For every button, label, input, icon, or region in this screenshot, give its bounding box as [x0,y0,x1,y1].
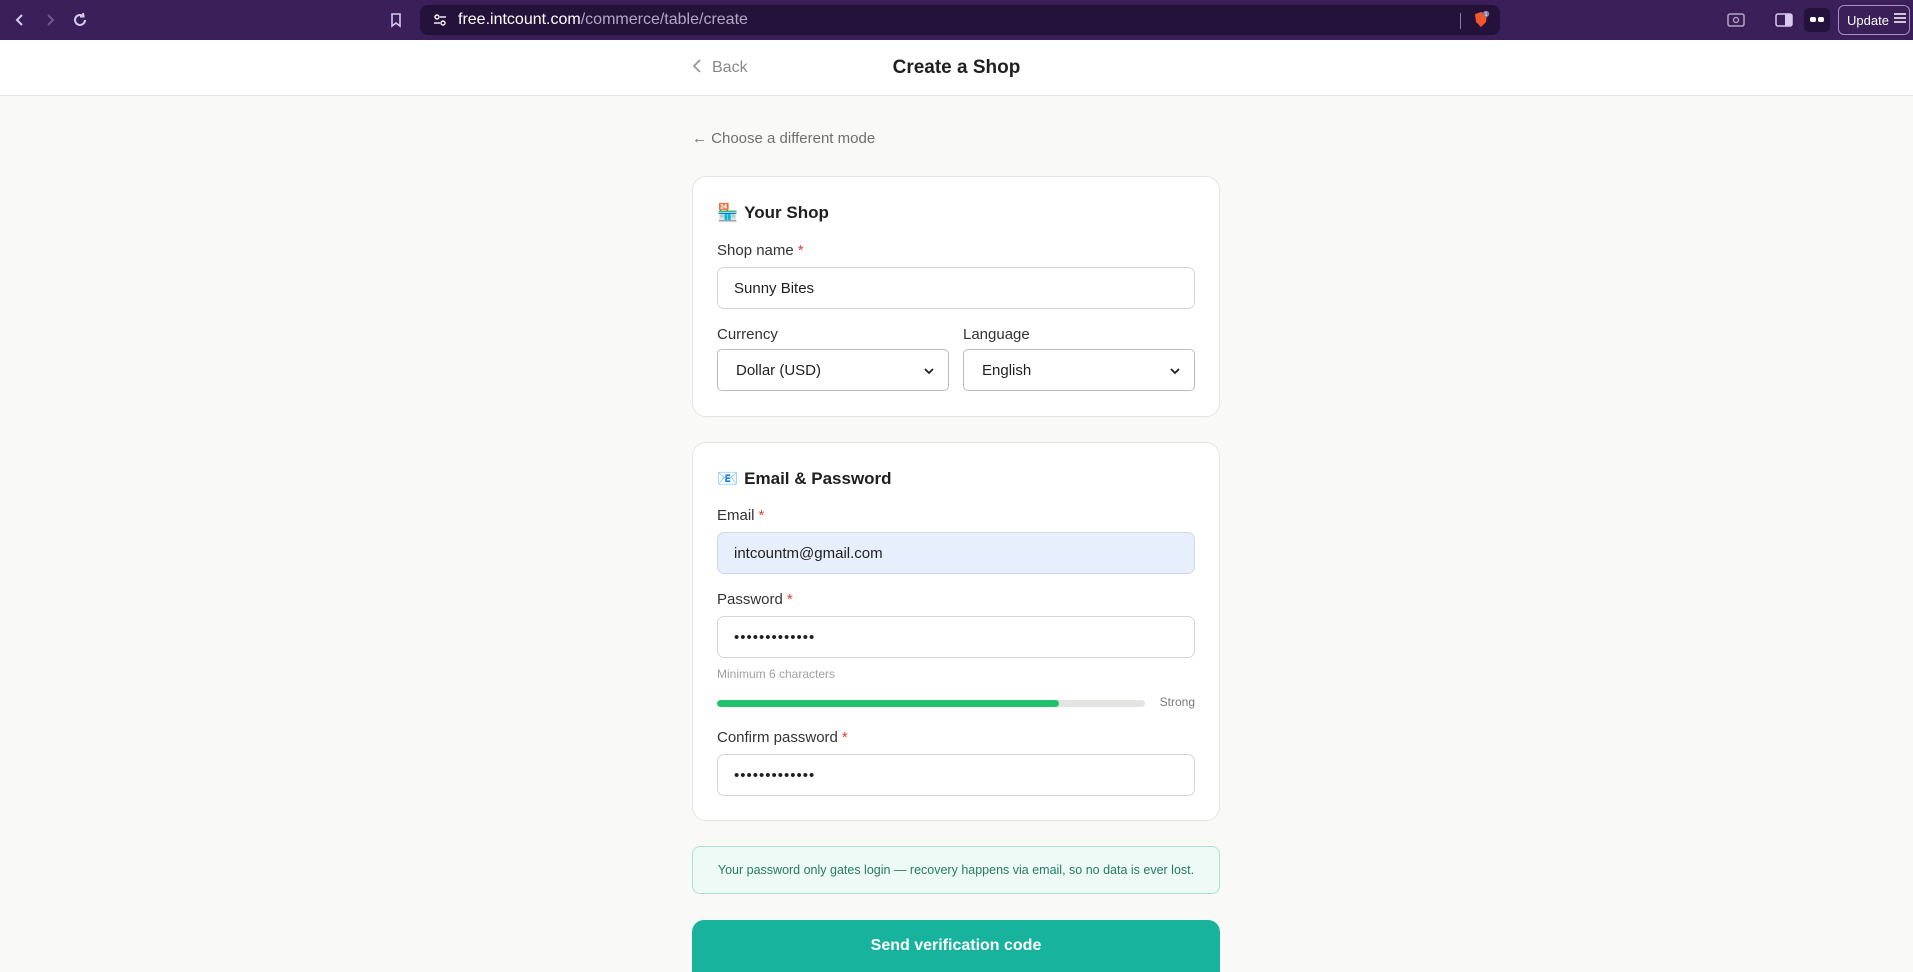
password-hint: Minimum 6 characters [717,667,836,681]
send-verification-button[interactable]: Send verification code [692,920,1220,972]
shop-name-label: Shop name * [717,242,804,259]
update-button[interactable]: Update [1838,5,1910,35]
email-label: Email * [717,507,765,524]
shop-name-input[interactable]: Sunny Bites [717,267,1195,309]
url-path: /commerce/table/create [580,11,748,28]
url-text: free.intcount.com/commerce/table/create [458,5,748,35]
url-divider [1460,13,1461,29]
password-strength-bar [717,700,1145,707]
choose-mode-link[interactable]: ← Choose a different mode [692,130,875,147]
sidebar-toggle-icon[interactable] [1772,8,1796,32]
browser-forward-icon[interactable] [38,8,62,32]
chevron-left-icon [692,58,702,78]
back-label: Back [712,59,748,76]
update-label: Update [1847,12,1889,28]
email-password-card: 📧 Email & Password Email * intcountm@gmai… [692,442,1220,821]
required-marker: * [786,591,793,608]
chevron-down-icon [1170,362,1180,379]
required-marker: * [797,242,804,259]
confirm-password-value: ••••••••••••• [734,766,816,784]
auth-section-heading: Email & Password [744,469,892,488]
confirm-password-field[interactable]: ••••••••••••• [717,754,1195,796]
extensions-icon[interactable] [1804,8,1830,32]
brave-badge-count: 1 [1485,12,1488,18]
reader-mode-icon[interactable] [1724,8,1748,32]
back-button[interactable]: Back [692,54,748,82]
email-icon: 📧 [717,469,739,488]
browser-back-icon[interactable] [8,8,32,32]
shop-section-title: 🏪 Your Shop [717,203,829,223]
auth-section-title: 📧 Email & Password [717,469,892,489]
bookmark-icon[interactable] [384,8,408,32]
chevron-down-icon [924,362,934,379]
password-strength-label: Strong [1159,695,1195,709]
confirm-password-label: Confirm password * [717,729,848,746]
currency-select[interactable]: Dollar (USD) [717,349,949,391]
required-marker: * [841,729,848,746]
brave-shields-icon[interactable]: 1 [1472,10,1490,34]
language-label: Language [963,326,1030,343]
password-label: Password * [717,591,793,608]
page-title: Create a Shop [892,57,1021,78]
browser-reload-icon[interactable] [68,8,92,32]
shop-section-heading: Your Shop [744,203,829,222]
browser-toolbar: free.intcount.com/commerce/table/create … [0,0,1913,40]
password-value: ••••••••••••• [734,628,816,646]
page-header: Create a Shop Back [0,40,1913,96]
shop-card: 🏪 Your Shop Shop name * Sunny Bites Curre… [692,176,1220,417]
shop-icon: 🏪 [717,203,739,222]
language-select[interactable]: English [963,349,1195,391]
url-host: free.intcount.com [458,11,581,28]
email-field[interactable]: intcountm@gmail.com [717,532,1195,574]
page: Create a Shop Back ← Choose a different … [0,40,1913,972]
required-marker: * [758,507,765,524]
currency-label: Currency [717,326,778,343]
email-value: intcountm@gmail.com [734,544,883,562]
address-bar[interactable]: free.intcount.com/commerce/table/create … [420,5,1500,35]
language-value: English [982,361,1032,379]
screen: free.intcount.com/commerce/table/create … [0,0,1913,972]
info-notice: Your password only gates login — recover… [692,846,1220,894]
menu-icon [1893,11,1907,29]
site-settings-icon[interactable] [432,12,448,33]
password-strength-fill [717,700,1060,707]
shop-name-value: Sunny Bites [734,279,815,297]
password-field[interactable]: ••••••••••••• [717,616,1195,658]
currency-value: Dollar (USD) [736,361,822,379]
